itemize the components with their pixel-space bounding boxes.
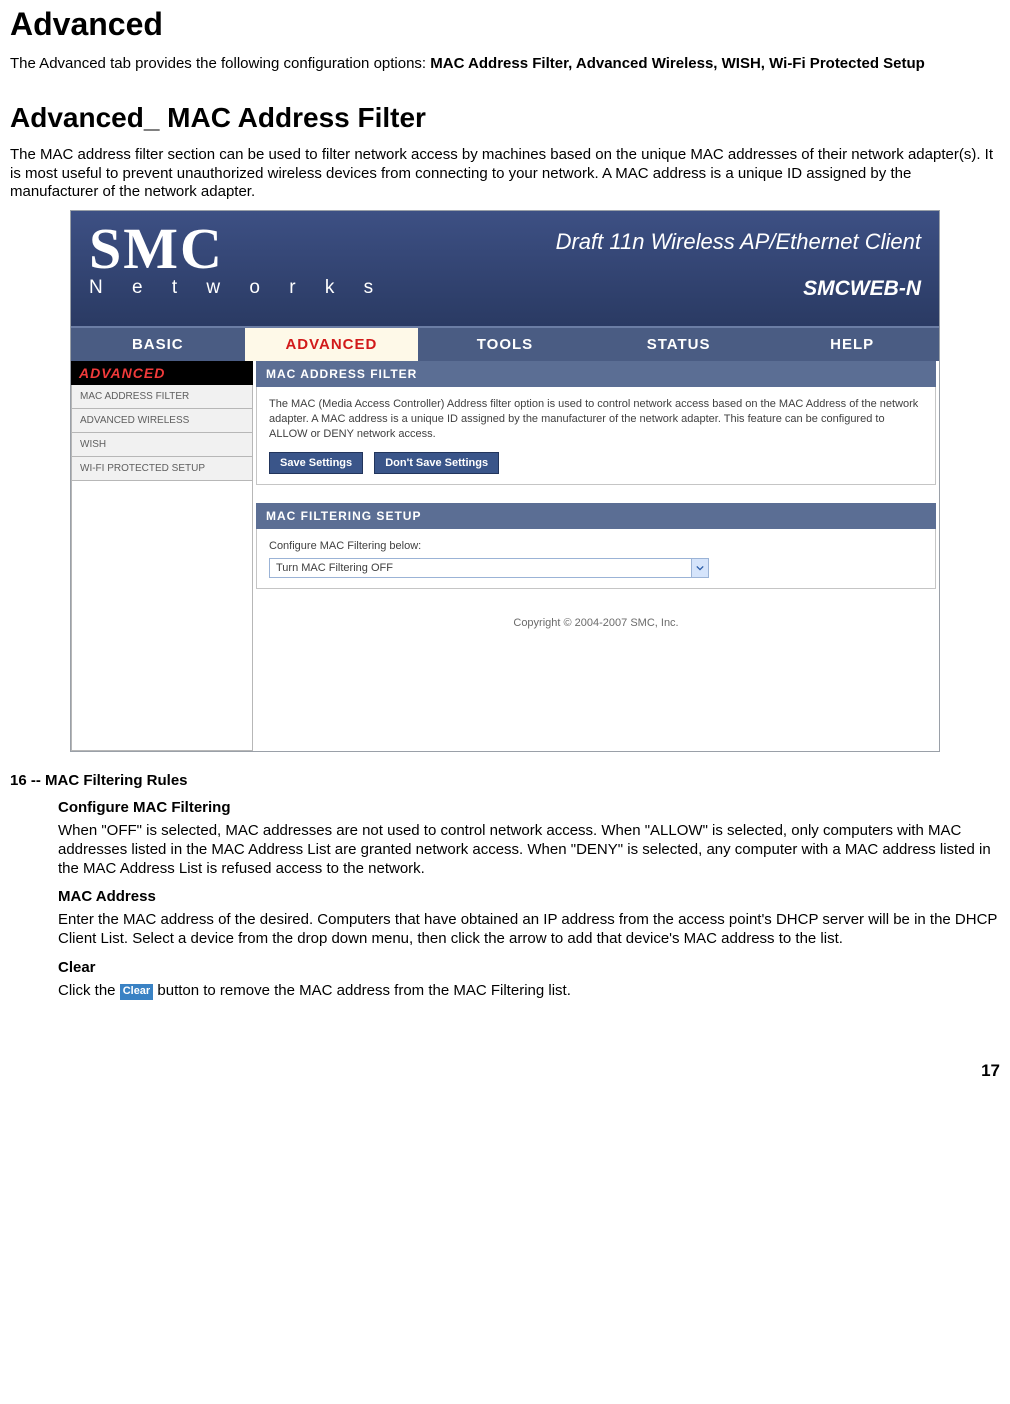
intro-paragraph: The Advanced tab provides the following …	[10, 55, 1000, 74]
save-settings-button[interactable]: Save Settings	[269, 452, 363, 475]
nav-advanced[interactable]: ADVANCED	[245, 328, 419, 363]
configure-label: Configure MAC Filtering below:	[269, 539, 923, 554]
page-number: 17	[10, 1061, 1000, 1081]
panel-mac-setup: MAC FILTERING SETUP Configure MAC Filter…	[256, 503, 936, 589]
clear-pre: Click the	[58, 982, 120, 999]
sidebar-item-wish[interactable]: WISH	[71, 433, 253, 457]
clear-post: button to remove the MAC address from th…	[153, 982, 571, 999]
smc-logo-subtext: N e t w o r k s	[89, 277, 385, 299]
sidebar-item-mac-filter[interactable]: MAC ADDRESS FILTER	[71, 385, 253, 409]
clear-para: Click the Clear button to remove the MAC…	[58, 982, 1000, 1001]
page-title-mac-filter: Advanced_ MAC Address Filter	[10, 102, 1000, 134]
panel-mac-filter-header: MAC ADDRESS FILTER	[256, 361, 936, 387]
intro-bold: MAC Address Filter, Advanced Wireless, W…	[430, 55, 925, 72]
panel-mac-filter-body: The MAC (Media Access Controller) Addres…	[269, 397, 923, 442]
router-ui-screenshot: SMC N e t w o r k s Draft 11n Wireless A…	[70, 210, 940, 752]
mac-filtering-dropdown[interactable]: Turn MAC Filtering OFF	[269, 558, 709, 578]
nav-tools[interactable]: TOOLS	[418, 328, 592, 361]
sidebar-fill	[71, 481, 253, 751]
sidebar-header: ADVANCED	[71, 361, 253, 385]
panel-mac-filter: MAC ADDRESS FILTER The MAC (Media Access…	[256, 361, 936, 485]
configure-heading: Configure MAC Filtering	[58, 799, 1000, 816]
nav-status[interactable]: STATUS	[592, 328, 766, 361]
nav-help[interactable]: HELP	[765, 328, 939, 361]
copyright-text: Copyright © 2004-2007 SMC, Inc.	[256, 607, 936, 645]
mac-address-heading: MAC Address	[58, 888, 1000, 905]
clear-button-inline: Clear	[120, 984, 154, 1000]
page-title-advanced: Advanced	[10, 6, 1000, 43]
dont-save-settings-button[interactable]: Don't Save Settings	[374, 452, 499, 475]
smc-logo: SMC	[89, 223, 385, 275]
mac-address-para: Enter the MAC address of the desired. Co…	[58, 911, 1000, 949]
header-draft-text: Draft 11n Wireless AP/Ethernet Client	[556, 229, 921, 255]
configure-para: When "OFF" is selected, MAC addresses ar…	[58, 822, 1000, 878]
sidebar: ADVANCED MAC ADDRESS FILTER ADVANCED WIR…	[71, 361, 253, 751]
sidebar-item-wps[interactable]: WI-FI PROTECTED SETUP	[71, 457, 253, 481]
main-nav: BASIC ADVANCED TOOLS STATUS HELP	[71, 326, 939, 361]
mac-filter-description: The MAC address filter section can be us…	[10, 146, 1000, 202]
intro-text: The Advanced tab provides the following …	[10, 55, 430, 72]
panel-mac-setup-header: MAC FILTERING SETUP	[256, 503, 936, 529]
dropdown-value: Turn MAC Filtering OFF	[276, 561, 393, 576]
rules-heading: 16 -- MAC Filtering Rules	[10, 772, 1000, 789]
sidebar-item-adv-wireless[interactable]: ADVANCED WIRELESS	[71, 409, 253, 433]
nav-basic[interactable]: BASIC	[71, 328, 245, 361]
header-model: SMCWEB-N	[556, 277, 921, 301]
router-header: SMC N e t w o r k s Draft 11n Wireless A…	[71, 211, 939, 326]
clear-heading: Clear	[58, 959, 1000, 976]
chevron-down-icon[interactable]	[691, 559, 708, 577]
